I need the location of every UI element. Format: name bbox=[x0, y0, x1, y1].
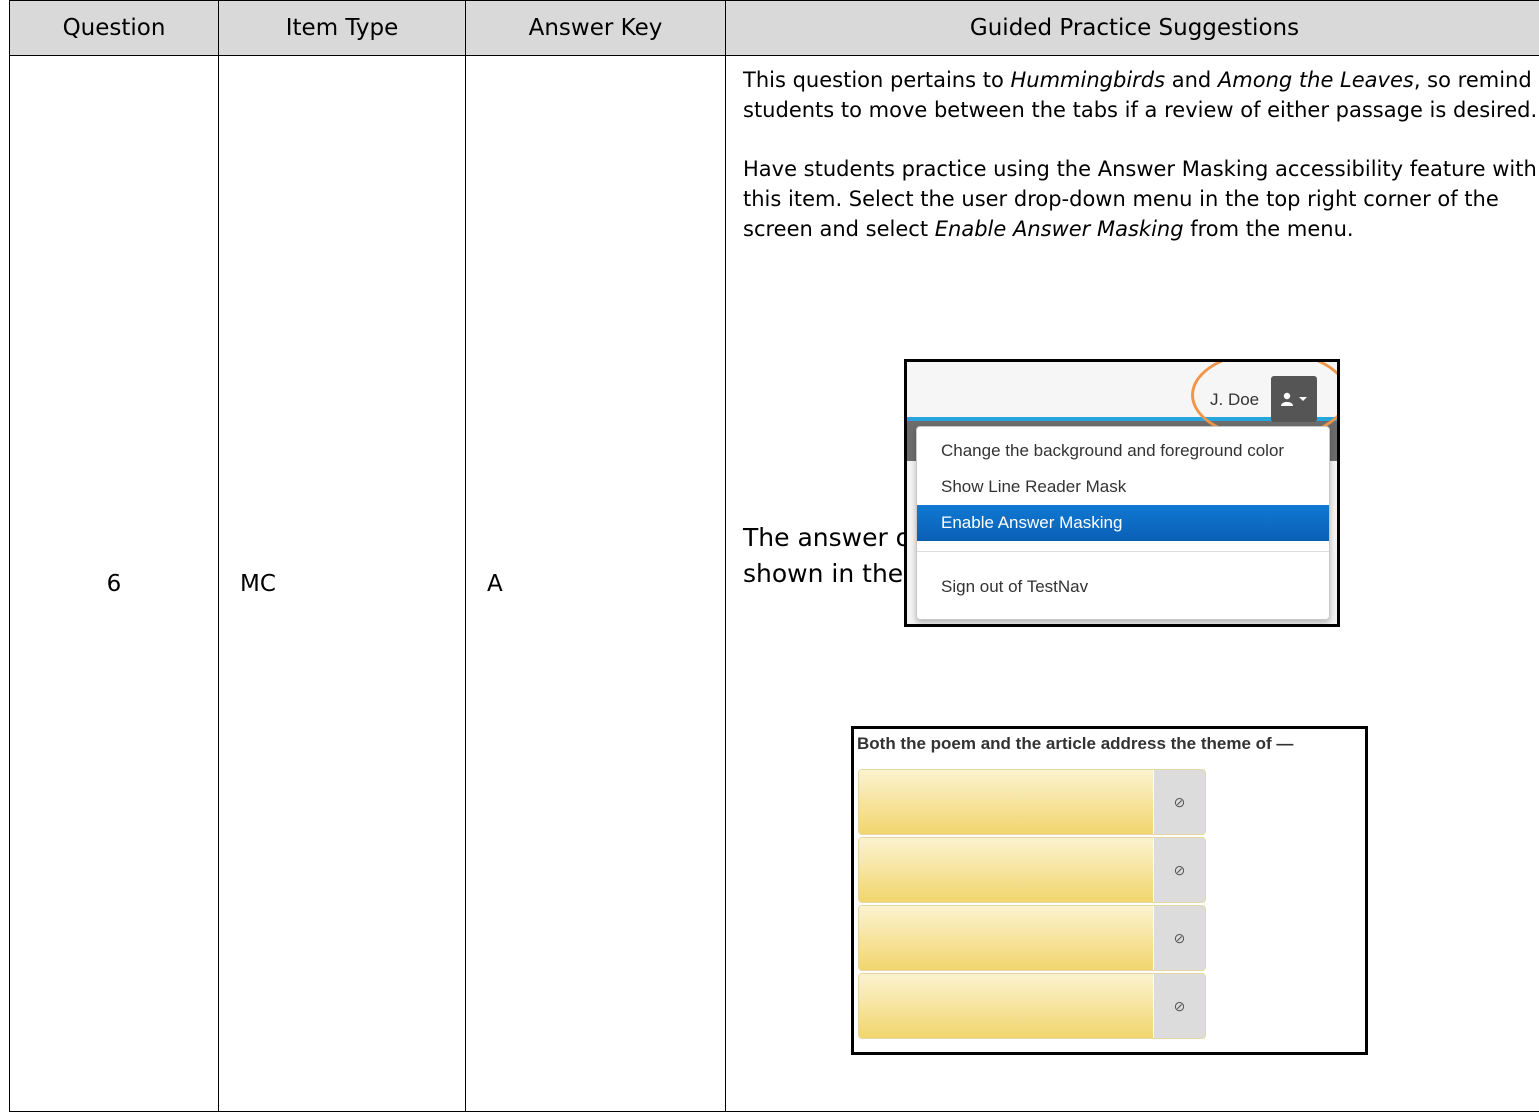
passage-title: Hummingbirds bbox=[1011, 68, 1166, 92]
guidance-paragraph-2: Have students practice using the Answer … bbox=[743, 154, 1539, 244]
user-dropdown-menu: Change the background and foreground col… bbox=[916, 426, 1330, 620]
masked-option[interactable]: ⊘ bbox=[858, 905, 1206, 971]
item-type: MC bbox=[219, 56, 466, 1112]
answer-mask bbox=[859, 974, 1153, 1038]
answer-masking-screenshot: Both the poem and the article address th… bbox=[851, 726, 1368, 1055]
mask-toggle[interactable]: ⊘ bbox=[1154, 906, 1205, 970]
guidance-cell: This question pertains to Hummingbirds a… bbox=[726, 56, 1539, 1112]
mask-toggle[interactable]: ⊘ bbox=[1154, 838, 1205, 902]
menu-item-answer-masking[interactable]: Enable Answer Masking bbox=[917, 505, 1329, 541]
feature-name: Enable Answer Masking bbox=[935, 217, 1184, 241]
eye-slash-icon: ⊘ bbox=[1174, 930, 1186, 947]
guidance-paragraph-1: This question pertains to Hummingbirds a… bbox=[743, 65, 1539, 125]
menu-divider bbox=[917, 551, 1329, 552]
answer-mask bbox=[859, 770, 1153, 834]
text: from the menu. bbox=[1184, 217, 1354, 241]
eye-slash-icon: ⊘ bbox=[1174, 862, 1186, 879]
masked-option[interactable]: ⊘ bbox=[858, 837, 1206, 903]
question-stem: Both the poem and the article address th… bbox=[857, 734, 1293, 754]
header-item-type: Item Type bbox=[219, 1, 466, 56]
header-answer-key: Answer Key bbox=[466, 1, 726, 56]
mask-toggle[interactable]: ⊘ bbox=[1154, 974, 1205, 1038]
answer-mask bbox=[859, 906, 1153, 970]
menu-item-sign-out[interactable]: Sign out of TestNav bbox=[917, 569, 1329, 605]
header-question: Question bbox=[10, 1, 219, 56]
table-row: 6 MC A This question pertains to Humming… bbox=[10, 56, 1539, 1112]
user-menu-screenshot: J. Doe Change the background and foregro… bbox=[904, 359, 1340, 627]
masked-option[interactable]: ⊘ bbox=[858, 769, 1206, 835]
answer-mask bbox=[859, 838, 1153, 902]
answer-key: A bbox=[466, 56, 726, 1112]
menu-item-change-colors[interactable]: Change the background and foreground col… bbox=[917, 433, 1329, 469]
mask-toggle[interactable]: ⊘ bbox=[1154, 770, 1205, 834]
passage-title: Among the Leaves bbox=[1218, 68, 1414, 92]
header-row: Question Item Type Answer Key Guided Pra… bbox=[10, 1, 1539, 56]
menu-item-line-reader[interactable]: Show Line Reader Mask bbox=[917, 469, 1329, 505]
eye-slash-icon: ⊘ bbox=[1174, 794, 1186, 811]
text: and bbox=[1165, 68, 1218, 92]
eye-slash-icon: ⊘ bbox=[1174, 998, 1186, 1015]
header-guided-practice: Guided Practice Suggestions bbox=[726, 1, 1539, 56]
masked-option[interactable]: ⊘ bbox=[858, 973, 1206, 1039]
question-number: 6 bbox=[10, 56, 219, 1112]
text: This question pertains to bbox=[743, 68, 1011, 92]
guided-practice-table: Question Item Type Answer Key Guided Pra… bbox=[9, 0, 1539, 1112]
